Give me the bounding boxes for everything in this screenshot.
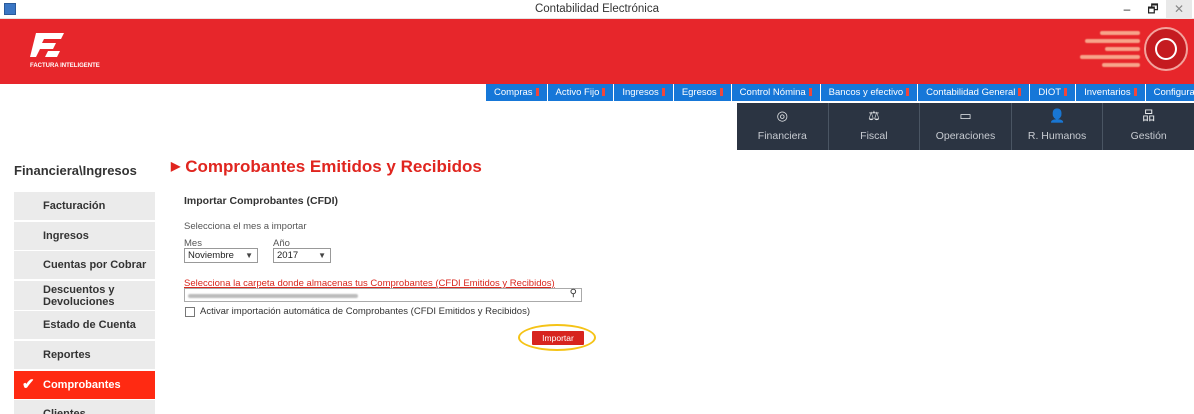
year-select[interactable]: 2017 ▼: [273, 248, 331, 263]
sidebar-item-0[interactable]: Facturación: [14, 192, 155, 220]
sidebar-item-2[interactable]: Cuentas por Cobrar: [14, 251, 155, 280]
module-label: Operaciones: [935, 130, 996, 142]
auto-import-label: Activar importación automática de Compro…: [200, 306, 530, 317]
module-label: Fiscal: [860, 130, 888, 142]
window-titlebar: Contabilidad Electrónica – 🗗 ✕: [0, 0, 1194, 19]
coins-icon: ◎: [776, 108, 788, 123]
topnav-item-3[interactable]: Egresos: [673, 84, 731, 101]
page-title-text: Comprobantes Emitidos y Recibidos: [185, 157, 482, 176]
sidebar-item-label: Clientes: [43, 408, 86, 414]
year-select-value: 2017: [277, 250, 299, 261]
pin-icon[interactable]: [719, 88, 723, 96]
user-info: [1040, 25, 1140, 75]
module-2[interactable]: ▭ Operaciones: [919, 103, 1011, 150]
triangle-icon: ▶: [171, 159, 181, 173]
brand-logo: FACTURA INTELIGENTE: [30, 31, 100, 79]
topnav-item-6[interactable]: Contabilidad General: [918, 84, 1030, 101]
module-3[interactable]: 👤 R. Humanos: [1010, 103, 1103, 150]
module-4[interactable]: 品 Gestión: [1102, 103, 1194, 150]
topnav-item-label: Activo Fijo: [555, 87, 600, 98]
topnav-item-7[interactable]: DIOT: [1030, 84, 1076, 101]
topnav-item-label: Compras: [494, 87, 533, 98]
search-icon[interactable]: ⚲: [570, 288, 577, 299]
topnav-item-2[interactable]: Ingresos: [614, 84, 673, 101]
breadcrumb: Financiera\Ingresos: [14, 163, 137, 178]
brand-logo-icon: [30, 33, 64, 57]
sidebar-item-5[interactable]: Reportes: [14, 340, 155, 369]
module-label: R. Humanos: [1027, 130, 1087, 142]
module-label: Financiera: [757, 130, 807, 142]
topnav-item-label: DIOT: [1038, 87, 1062, 98]
sidebar-item-4[interactable]: Estado de Cuenta: [14, 311, 155, 340]
topnav-item-0[interactable]: Compras: [486, 84, 547, 101]
close-button[interactable]: ✕: [1166, 0, 1192, 19]
page-title: ▶ Comprobantes Emitidos y Recibidos: [171, 157, 482, 177]
topnav-item-1[interactable]: Activo Fijo: [547, 84, 614, 101]
sidebar-item-1[interactable]: Ingresos: [14, 221, 155, 250]
sidebar-item-label: Reportes: [43, 348, 91, 361]
pin-icon[interactable]: [808, 88, 812, 96]
topnav-item-label: Control Nómina: [739, 87, 806, 98]
pin-icon[interactable]: [661, 88, 665, 96]
chevron-down-icon: ▼: [245, 251, 253, 260]
top-navigation: Compras Activo Fijo Ingresos Egresos Control…: [486, 84, 1194, 101]
module-bar: ◎ Financiera ⚖ Fiscal ▭ Operaciones 👤 R. Humano…: [737, 103, 1194, 150]
maximize-button[interactable]: 🗗: [1140, 0, 1166, 19]
window-title: Contabilidad Electrónica: [534, 3, 660, 15]
topnav-item-4[interactable]: Control Nómina: [731, 84, 820, 101]
module-1[interactable]: ⚖ Fiscal: [827, 103, 920, 150]
person-icon: 👤: [1048, 108, 1066, 123]
folder-path-value: [188, 294, 358, 298]
pin-icon[interactable]: [1064, 88, 1068, 96]
sidebar-item-6[interactable]: ✔ Comprobantes: [14, 370, 155, 399]
module-0[interactable]: ◎ Financiera: [737, 103, 828, 150]
sidebar-item-label: Descuentos y Devoluciones: [43, 283, 115, 308]
topnav-item-label: Egresos: [681, 87, 717, 98]
topnav-item-8[interactable]: Inventarios: [1076, 84, 1145, 101]
auto-import-checkbox[interactable]: [185, 307, 195, 317]
pin-icon[interactable]: [1133, 88, 1137, 96]
topnav-item-label: Bancos y efectivo: [828, 87, 904, 98]
topnav-item-label: Ingresos: [622, 87, 659, 98]
sidebar-item-label: Facturación: [43, 200, 106, 212]
sidebar-item-7[interactable]: Clientes: [14, 400, 155, 414]
module-label: Gestión: [1130, 130, 1167, 142]
brand-logo-text: FACTURA INTELIGENTE: [30, 63, 100, 69]
import-button[interactable]: Importar: [532, 331, 584, 345]
sidebar-item-label: Ingresos: [43, 229, 89, 242]
laptop-icon: [1155, 38, 1177, 60]
topnav-item-9[interactable]: Configuración: [1145, 84, 1194, 101]
sidebar-item-label: Estado de Cuenta: [43, 319, 136, 332]
sidebar-item-label: Comprobantes: [43, 378, 121, 391]
sidebar-item-label: Cuentas por Cobrar: [43, 259, 147, 272]
pin-icon[interactable]: [1018, 88, 1022, 96]
month-select[interactable]: Noviembre ▼: [184, 248, 258, 263]
org-chart-icon: 品: [1142, 108, 1156, 123]
month-prompt: Selecciona el mes a importar: [184, 221, 307, 232]
topnav-item-label: Inventarios: [1084, 87, 1131, 98]
user-avatar[interactable]: [1144, 27, 1188, 71]
checkmark-icon: ✔: [22, 375, 35, 393]
topnav-item-5[interactable]: Bancos y efectivo: [820, 84, 918, 101]
sidebar: Facturación Ingresos Cuentas por Cobrar Des…: [14, 192, 155, 414]
section-title: Importar Comprobantes (CFDI): [184, 195, 339, 207]
folder-path-input[interactable]: ⚲: [184, 288, 582, 302]
chevron-down-icon: ▼: [318, 251, 326, 260]
topnav-item-label: Configuración: [1153, 87, 1194, 98]
import-highlight: Importar: [518, 324, 596, 351]
month-select-value: Noviembre: [188, 250, 234, 261]
minimize-button[interactable]: –: [1114, 0, 1140, 19]
monitor-icon: ▭: [959, 108, 972, 123]
pin-icon[interactable]: [906, 88, 910, 96]
pin-icon[interactable]: [535, 88, 539, 96]
scales-icon: ⚖: [868, 108, 880, 123]
topnav-item-label: Contabilidad General: [926, 87, 1016, 98]
sidebar-item-3[interactable]: Descuentos y Devoluciones: [14, 280, 155, 310]
app-header: FACTURA INTELIGENTE: [0, 19, 1194, 84]
pin-icon[interactable]: [602, 88, 606, 96]
